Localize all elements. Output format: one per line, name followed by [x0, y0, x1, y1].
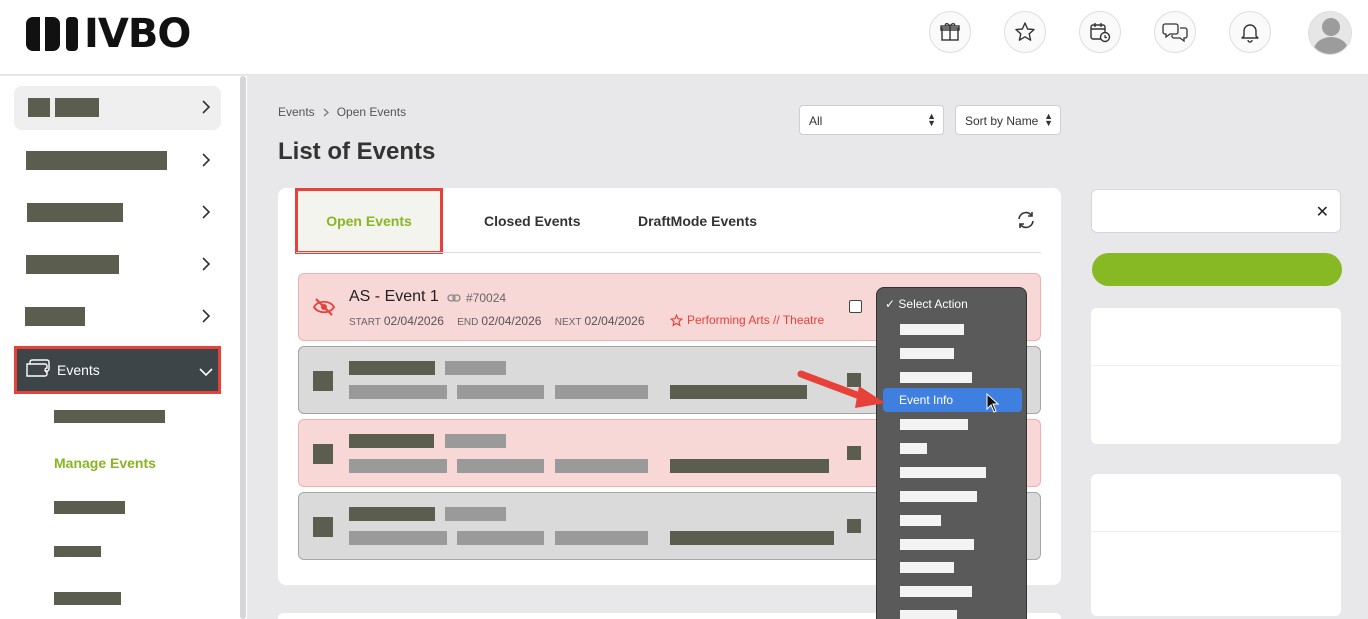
chevron-right-icon: [202, 257, 211, 271]
sidebar-subitem-3[interactable]: [54, 501, 125, 514]
event-category: Performing Arts // Theatre: [670, 313, 824, 327]
breadcrumb-open-events: Open Events: [336, 105, 407, 119]
select-arrows-icon: ▲ ▼: [927, 111, 936, 128]
logo-mark-icon: [26, 17, 60, 51]
event-category-label: Performing Arts // Theatre: [687, 313, 825, 327]
event-id-value: #70024: [466, 291, 507, 305]
gift-box-button[interactable]: [929, 11, 971, 53]
sidebar-item-events-label: Events: [57, 362, 100, 378]
chevron-right-icon: [202, 153, 211, 167]
primary-action-button[interactable]: [1092, 253, 1342, 286]
sidebar-subitem-manage-events[interactable]: Manage Events: [54, 455, 156, 471]
refresh-icon[interactable]: [1016, 210, 1036, 230]
sidebar-item-3[interactable]: [14, 191, 221, 235]
chevron-down-icon: [199, 368, 213, 377]
select-action-dropdown[interactable]: ✓ Select Action Event Info: [876, 287, 1027, 619]
sidebar-item-events[interactable]: Events: [14, 346, 221, 394]
status-filter-value: All: [809, 114, 823, 128]
event-select-checkbox[interactable]: [847, 446, 861, 460]
dropdown-option[interactable]: [900, 491, 977, 502]
gift-box-icon: [940, 23, 960, 41]
dropdown-option[interactable]: [900, 586, 972, 597]
logo-text: IVBO: [84, 11, 191, 57]
notifications-button[interactable]: [1229, 11, 1271, 53]
dropdown-option[interactable]: [900, 324, 964, 335]
breadcrumb-events[interactable]: Events: [278, 105, 315, 119]
event-id: #70024: [447, 291, 506, 305]
sidebar-subitem-5[interactable]: [54, 592, 121, 605]
tab-open-events[interactable]: Open Events: [295, 188, 443, 254]
hidden-eye-icon: [313, 298, 335, 316]
calendar-clock-icon: [1090, 23, 1111, 43]
sidebar-item-1[interactable]: [14, 86, 221, 130]
dropdown-selected-option[interactable]: ✓ Select Action: [885, 297, 968, 311]
info-panel: [1091, 474, 1341, 616]
dropdown-option[interactable]: [900, 467, 986, 478]
dropdown-option[interactable]: [900, 562, 954, 573]
messages-button[interactable]: [1154, 11, 1196, 53]
tab-closed-events[interactable]: Closed Events: [484, 213, 580, 229]
chat-bubbles-icon: [1162, 23, 1188, 43]
chevron-right-icon: [202, 309, 211, 323]
dropdown-option-event-info[interactable]: Event Info: [883, 388, 1022, 412]
event-select-checkbox[interactable]: [849, 300, 862, 313]
link-icon: [447, 294, 461, 302]
star-icon: [1015, 22, 1035, 41]
favorites-button[interactable]: [1004, 11, 1046, 53]
star-outline-icon: [670, 313, 683, 327]
ticket-icon: [26, 359, 50, 377]
dropdown-option[interactable]: [900, 539, 974, 550]
dropdown-option[interactable]: [900, 419, 968, 430]
chevron-right-icon: [323, 108, 329, 116]
sidebar-subitem-1[interactable]: [54, 410, 165, 423]
sidebar-item-4[interactable]: [14, 243, 221, 287]
calendar-button[interactable]: [1079, 11, 1121, 53]
search-input[interactable]: ✕: [1091, 189, 1341, 233]
chevron-right-icon: [202, 205, 211, 219]
bell-icon: [1241, 24, 1259, 43]
tab-open-events-label: Open Events: [326, 213, 412, 229]
dropdown-option[interactable]: [900, 443, 927, 454]
event-dates: START 02/04/2026 END 02/04/2026 NEXT 02/04/…: [349, 314, 645, 328]
dropdown-option[interactable]: [900, 372, 972, 383]
event-title[interactable]: AS - Event 1: [349, 288, 439, 306]
info-panel: [1091, 308, 1341, 444]
dropdown-option[interactable]: [900, 515, 941, 526]
select-arrows-icon: ▲ ▼: [1044, 111, 1053, 128]
ivbo-logo[interactable]: IVBO: [26, 11, 191, 57]
tab-draftmode-events[interactable]: DraftMode Events: [638, 213, 757, 229]
event-select-checkbox[interactable]: [847, 519, 861, 533]
page-title: List of Events: [278, 138, 436, 165]
sidebar-item-5[interactable]: [14, 295, 221, 339]
dropdown-option[interactable]: [900, 610, 957, 619]
sort-select[interactable]: Sort by Name ▲ ▼: [955, 105, 1061, 135]
top-header: IVBO: [0, 0, 1368, 75]
chevron-right-icon: [202, 100, 211, 114]
sidebar-scrollbar[interactable]: [240, 76, 246, 619]
breadcrumb: Events Open Events: [278, 105, 406, 119]
clear-search-icon[interactable]: ✕: [1316, 202, 1329, 222]
sidebar-subitem-4[interactable]: [54, 546, 101, 557]
sort-value: Sort by Name: [965, 114, 1039, 128]
annotation-arrow-icon: [797, 370, 885, 408]
user-avatar[interactable]: [1308, 11, 1352, 55]
sidebar-item-2[interactable]: [14, 139, 221, 183]
mouse-pointer-icon: [986, 393, 1000, 413]
status-filter-select[interactable]: All ▲ ▼: [799, 105, 944, 135]
dropdown-option[interactable]: [900, 348, 954, 359]
